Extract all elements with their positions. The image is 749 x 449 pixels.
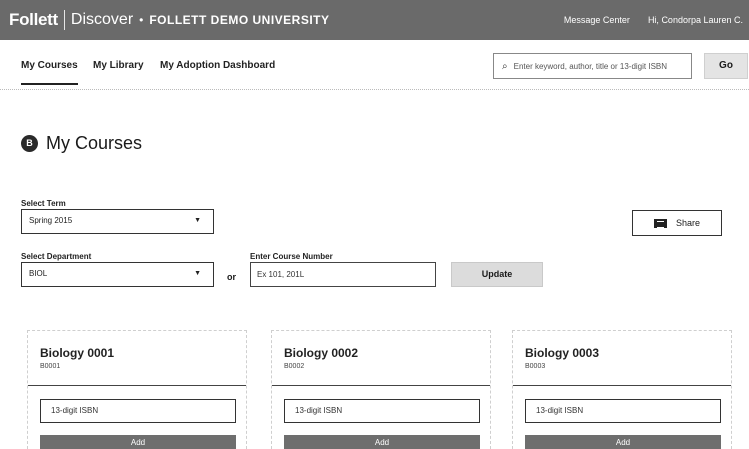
tab-my-courses[interactable]: My Courses — [21, 60, 78, 85]
message-center-link[interactable]: Message Center — [564, 15, 630, 25]
main-nav: My Courses My Library My Adoption Dashbo… — [0, 40, 749, 90]
user-menu: Message Center Hi, Condorpa Lauren C. — [546, 0, 743, 40]
term-label: Select Term — [21, 199, 66, 208]
course-title[interactable]: Biology 0002 — [284, 346, 358, 360]
search-input[interactable]: ⌕ Enter keyword, author, title or 13-dig… — [493, 53, 692, 79]
isbn-input[interactable]: 13-digit ISBN — [40, 399, 236, 423]
course-number-input[interactable]: Ex 101, 201L — [250, 262, 436, 287]
course-title[interactable]: Biology 0003 — [525, 346, 599, 360]
update-button[interactable]: Update — [451, 262, 543, 287]
brand-dot: • — [139, 13, 144, 27]
add-button[interactable]: Add — [525, 435, 721, 449]
chevron-down-icon: ▼ — [194, 217, 201, 224]
department-label: Select Department — [21, 252, 92, 261]
course-card: Biology 0001 B0001 13-digit ISBN Add — [27, 330, 247, 449]
course-code: B0001 — [40, 363, 61, 370]
user-greeting-menu[interactable]: Hi, Condorpa Lauren C. — [648, 15, 743, 25]
course-card: Biology 0002 B0002 13-digit ISBN Add — [271, 330, 491, 449]
course-number-label: Enter Course Number — [250, 252, 333, 261]
term-select[interactable]: Spring 2015 ▼ — [21, 209, 214, 234]
brand-divider — [63, 10, 65, 30]
page-title-text: My Courses — [46, 133, 143, 153]
add-button[interactable]: Add — [284, 435, 480, 449]
go-button[interactable]: Go — [704, 53, 748, 79]
card-divider — [272, 385, 490, 386]
page-title: B My Courses — [21, 133, 142, 154]
top-header: Follett Discover • FOLLETT DEMO UNIVERSI… — [0, 0, 749, 40]
chevron-down-icon: ▼ — [194, 270, 201, 277]
search-placeholder: Enter keyword, author, title or 13-digit… — [513, 61, 668, 71]
isbn-input[interactable]: 13-digit ISBN — [525, 399, 721, 423]
product-name[interactable]: Discover — [71, 11, 133, 29]
isbn-input[interactable]: 13-digit ISBN — [284, 399, 480, 423]
term-value: Spring 2015 — [29, 216, 73, 225]
brand-logo[interactable]: Follett — [0, 10, 58, 30]
tab-my-adoption-dashboard[interactable]: My Adoption Dashboard — [160, 60, 275, 71]
school-name: FOLLETT DEMO UNIVERSITY — [149, 13, 330, 27]
course-title[interactable]: Biology 0001 — [40, 346, 114, 360]
add-button[interactable]: Add — [40, 435, 236, 449]
share-icon — [653, 218, 667, 228]
share-label: Share — [675, 218, 701, 228]
card-divider — [513, 385, 731, 386]
card-divider — [28, 385, 246, 386]
share-button[interactable]: Share — [632, 210, 722, 236]
course-code: B0002 — [284, 363, 305, 370]
department-value: BIOL — [29, 269, 48, 278]
department-select[interactable]: BIOL ▼ — [21, 262, 214, 287]
tab-my-library[interactable]: My Library — [93, 60, 144, 71]
search-icon: ⌕ — [502, 60, 508, 72]
course-code: B0003 — [525, 363, 546, 370]
book-icon: B — [21, 135, 38, 152]
or-label: or — [227, 272, 236, 282]
course-card: Biology 0003 B0003 13-digit ISBN Add — [512, 330, 732, 449]
